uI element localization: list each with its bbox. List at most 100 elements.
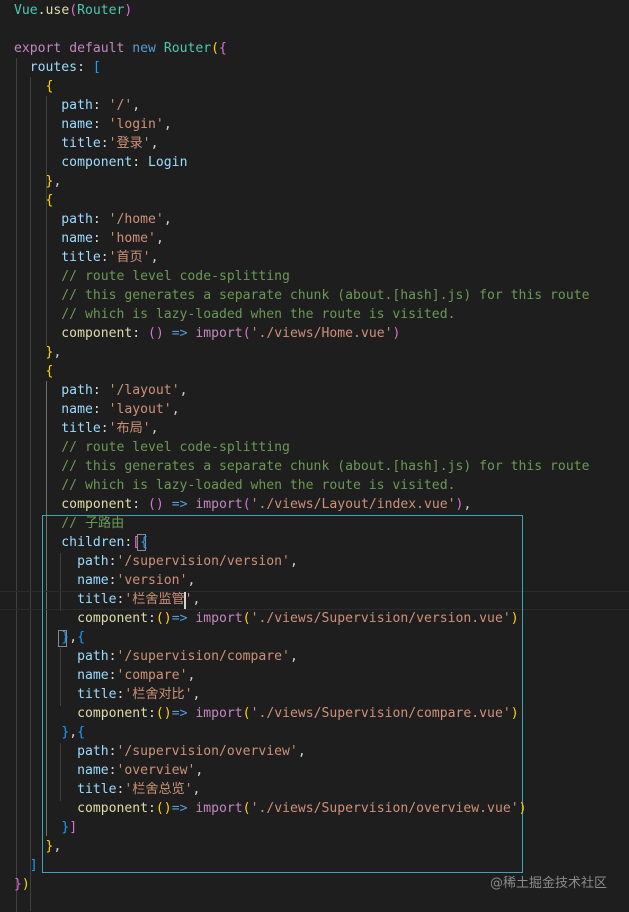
code-token: default xyxy=(69,41,125,56)
code-token: './views/Home.vue' xyxy=(250,326,393,341)
code-token: ( xyxy=(242,326,251,341)
code-token: 'login' xyxy=(108,117,164,132)
code-line[interactable]: title:'布局', xyxy=(14,419,158,438)
code-line[interactable]: }, xyxy=(14,172,62,191)
code-token: '/supervision/version' xyxy=(116,554,290,569)
code-line[interactable]: path:'/supervision/overview', xyxy=(14,742,306,761)
code-token: ] xyxy=(69,820,78,835)
code-line[interactable]: component: () => import('./views/Layout/… xyxy=(14,495,471,514)
code-token: ( xyxy=(242,497,251,512)
code-line[interactable]: }, xyxy=(14,343,62,362)
code-token: '/' xyxy=(108,98,133,113)
code-token: ) xyxy=(124,3,133,18)
code-token: { xyxy=(219,41,227,56)
code-token: : xyxy=(92,383,109,398)
code-line[interactable]: path: '/layout', xyxy=(14,381,187,400)
code-line[interactable]: },{ xyxy=(14,723,85,742)
code-token: 'version' xyxy=(116,573,188,588)
code-line[interactable]: // this generates a separate chunk (abou… xyxy=(14,457,589,476)
code-token: Router xyxy=(163,41,212,56)
code-token: () xyxy=(155,611,172,626)
code-line[interactable]: // route level code-splitting xyxy=(14,438,290,457)
code-token: component xyxy=(14,326,133,341)
code-token: import xyxy=(195,801,243,816)
code-line[interactable]: title:'栏舍监管', xyxy=(14,590,200,609)
code-token: path xyxy=(14,649,109,664)
code-token: // which is lazy-loaded when the route i… xyxy=(14,478,456,493)
code-line[interactable]: title:'栏舍总览', xyxy=(14,780,200,799)
code-line[interactable]: // which is lazy-loaded when the route i… xyxy=(14,476,455,495)
code-token: title xyxy=(14,421,101,436)
code-line[interactable]: component: Login xyxy=(14,153,187,172)
code-line[interactable]: routes: [ xyxy=(14,58,101,77)
code-line[interactable]: name:'overview', xyxy=(14,761,203,780)
code-line[interactable]: name:'compare', xyxy=(14,666,195,685)
code-line[interactable]: }] xyxy=(14,818,77,837)
code-token: new xyxy=(132,41,156,56)
code-line[interactable]: title:'登录', xyxy=(14,134,158,153)
code-line[interactable]: }, xyxy=(14,837,62,856)
code-token: path xyxy=(14,744,109,759)
code-line[interactable]: }) xyxy=(14,875,30,894)
code-token: : xyxy=(148,611,156,626)
code-token: 'layout' xyxy=(108,402,172,417)
code-token: // 子路由 xyxy=(14,516,125,531)
code-line[interactable]: path: '/', xyxy=(14,96,140,115)
code-token: ) xyxy=(510,611,519,626)
code-token: title xyxy=(14,687,117,702)
code-token: '登录' xyxy=(108,136,151,151)
code-line[interactable]: component: () => import('./views/Home.vu… xyxy=(14,324,400,343)
code-line[interactable]: path: '/home', xyxy=(14,210,171,229)
code-line[interactable]: path:'/supervision/compare', xyxy=(14,647,298,666)
code-line[interactable]: ] xyxy=(14,856,38,875)
code-editor[interactable]: Vue.use(Router) export default new Router… xyxy=(0,0,629,912)
code-line[interactable]: { xyxy=(14,362,54,381)
code-line[interactable]: // route level code-splitting xyxy=(14,267,290,286)
code-line[interactable]: title:'栏舍对比', xyxy=(14,685,200,704)
code-token: ( xyxy=(242,706,251,721)
code-line[interactable]: { xyxy=(14,191,54,210)
code-token: , xyxy=(187,668,196,683)
code-line[interactable]: export default new Router({ xyxy=(14,39,227,58)
code-token: : xyxy=(108,668,117,683)
code-token: ] xyxy=(29,858,38,873)
code-token: ) xyxy=(518,801,527,816)
code-token: () xyxy=(148,497,164,512)
code-line[interactable]: },{ xyxy=(14,628,85,647)
code-line[interactable]: name: 'home', xyxy=(14,229,164,248)
code-token: component xyxy=(14,706,149,721)
code-token: => xyxy=(171,611,188,626)
code-line[interactable]: title:'首页', xyxy=(14,248,158,267)
code-token: 'home' xyxy=(108,231,156,246)
code-token: : xyxy=(92,98,109,113)
code-token: ) xyxy=(510,706,519,721)
code-line[interactable]: { xyxy=(14,77,54,96)
code-token: , xyxy=(53,174,62,189)
code-line[interactable]: // 子路由 xyxy=(14,514,124,533)
code-line[interactable]: children:[{ xyxy=(14,533,148,552)
code-token: , xyxy=(155,231,164,246)
code-line[interactable]: // which is lazy-loaded when the route i… xyxy=(14,305,455,324)
code-line[interactable]: component:()=> import('./views/Supervisi… xyxy=(14,799,526,818)
code-token: : xyxy=(92,117,109,132)
code-token: '/home' xyxy=(108,212,164,227)
code-token: title xyxy=(14,136,101,151)
code-line[interactable]: path:'/supervision/version', xyxy=(14,552,298,571)
code-token: { xyxy=(45,364,54,379)
code-line[interactable]: name: 'login', xyxy=(14,115,171,134)
code-token: ( xyxy=(211,41,220,56)
code-line[interactable]: name: 'layout', xyxy=(14,400,179,419)
code-line[interactable]: name:'version', xyxy=(14,571,195,590)
code-token: name xyxy=(14,402,93,417)
code-line[interactable]: // this generates a separate chunk (abou… xyxy=(14,286,589,305)
code-line[interactable]: component:()=> import('./views/Supervisi… xyxy=(14,704,519,723)
code-line[interactable]: component:()=> import('./views/Supervisi… xyxy=(14,609,519,628)
code-line[interactable]: Vue.use(Router) xyxy=(14,1,132,20)
code-token: : xyxy=(92,212,109,227)
code-token: , xyxy=(179,383,188,398)
